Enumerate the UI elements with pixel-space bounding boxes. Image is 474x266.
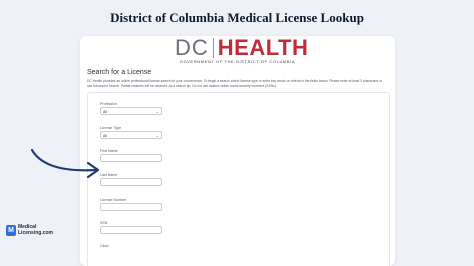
license-number-label: License Number (100, 198, 127, 202)
license-type-select[interactable]: All ⌄ (100, 131, 162, 139)
logo-divider (212, 38, 214, 58)
brand-line-2: Licensing.com (18, 229, 54, 236)
ssn-label: SSN (100, 221, 108, 225)
logo-subtitle: GOVERNMENT OF THE DISTRICT OF COLUMBIA (179, 59, 296, 64)
search-title: Search for a License (87, 69, 152, 76)
search-form: Profession All ⌄ License Type All ⌄ Firs… (87, 92, 390, 266)
medical-licensing-logo-icon: M (6, 225, 16, 237)
license-number-input[interactable] (100, 203, 162, 211)
chevron-down-icon: ⌄ (155, 132, 159, 138)
profession-label: Profession (100, 102, 117, 106)
profession-select[interactable]: All ⌄ (100, 107, 162, 115)
pointer-arrow-icon (30, 148, 100, 179)
license-lookup-card: DC HEALTH GOVERNMENT OF THE DISTRICT OF … (80, 36, 395, 266)
chevron-down-icon: ⌄ (155, 108, 159, 114)
search-intro: DC Health provides an online professiona… (87, 79, 383, 88)
license-type-value: All (103, 133, 107, 138)
dc-health-header: DC HEALTH GOVERNMENT OF THE DISTRICT OF … (80, 36, 395, 68)
logo-health-text: HEALTH (217, 36, 309, 60)
next-field-label: Clinic (100, 244, 109, 248)
license-type-label: License Type (100, 126, 122, 130)
profession-value: All (103, 109, 107, 114)
ssn-input[interactable] (100, 226, 162, 234)
page-heading: District of Columbia Medical License Loo… (110, 10, 364, 25)
logo-dc-text: DC (175, 36, 209, 60)
brand-text: Medical Licensing.com (18, 224, 54, 236)
medical-licensing-brand[interactable]: M Medical Licensing.com (6, 224, 54, 237)
